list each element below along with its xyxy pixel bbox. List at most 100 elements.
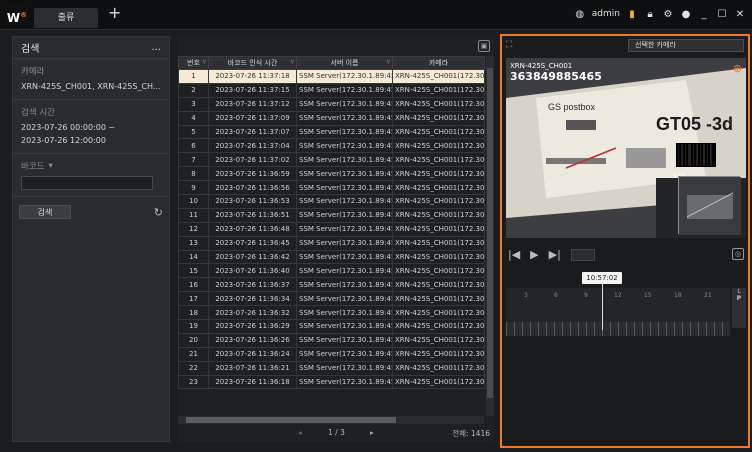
export-icon[interactable]: ▣ (478, 40, 490, 52)
camera-select[interactable]: 선택한 카메라 (628, 38, 744, 52)
barcode-input[interactable] (21, 176, 153, 190)
pip-preview[interactable] (678, 176, 741, 235)
next-page-icon[interactable]: ▸ (370, 428, 374, 437)
cell-camera: XRN-425S_CH001(172.30. (392, 319, 485, 334)
cell-server: SSM Server(172.30.1.89:4510) (296, 207, 393, 223)
column-server[interactable]: 서버 이름 Y (296, 56, 393, 70)
chart-icon[interactable]: ▮ (626, 8, 638, 20)
table-row[interactable]: 2 2023-07-26 11:37:15 SSM Server(172.30.1.… (178, 82, 485, 98)
cell-camera: XRN-425S_CH001(172.30. (392, 305, 485, 321)
column-camera[interactable]: 카메라 (392, 56, 485, 70)
cell-no: 2 (178, 82, 209, 98)
refresh-icon[interactable]: ↻ (154, 206, 163, 219)
table-row[interactable]: 4 2023-07-26 11:37:09 SSM Server(172.30.1.… (178, 110, 485, 126)
filter-icon[interactable]: Y (290, 59, 294, 66)
user-icon[interactable]: ◍ (574, 8, 586, 20)
cell-no: 11 (178, 207, 209, 223)
search-button[interactable]: 검색 (19, 205, 71, 219)
zoom-icon[interactable]: ⊕ (733, 62, 742, 75)
fullscreen-icon[interactable]: ⛶ (506, 40, 512, 50)
table-row[interactable]: 14 2023-07-26 11:36:42 SSM Server(172.30.1… (178, 249, 485, 265)
timeline[interactable]: 10:57:02 3 6 9 12 15 18 21 LP (506, 272, 746, 336)
lp-toggle[interactable]: LP (732, 288, 746, 328)
vertical-scrollbar[interactable] (486, 56, 494, 416)
table-row[interactable]: 20 2023-07-26 11:36:26 SSM Server(172.30.1… (178, 332, 485, 348)
timeline-cursor[interactable] (602, 284, 603, 330)
video-frame[interactable]: GS postbox GT05 -3d XRN-425S_CH001 36384… (506, 58, 746, 238)
table-row[interactable]: 6 2023-07-26 11:37:04 SSM Server(172.30.1.… (178, 138, 485, 154)
table-row[interactable]: 17 2023-07-26 11:36:34 SSM Server(172.30.1… (178, 291, 485, 307)
cell-no: 7 (178, 152, 209, 168)
time-label: 검색 시간 (21, 108, 55, 118)
time-start[interactable]: 2023-07-26 00:00:00 ~ (21, 121, 161, 134)
table-row[interactable]: 16 2023-07-26 11:36:37 SSM Server(172.30.1… (178, 277, 485, 293)
skip-back-icon[interactable]: |◀ (508, 248, 520, 261)
skip-forward-icon[interactable]: ▶| (549, 248, 561, 261)
filter-icon[interactable]: Y (386, 59, 390, 66)
cell-camera: XRN-425S_CH001(172.30. (392, 69, 485, 84)
logo-icon: W® (6, 5, 28, 25)
cell-camera: XRN-425S_CH001(172.30. (392, 346, 485, 362)
maximize-icon[interactable]: ☐ (716, 8, 728, 20)
table-row[interactable]: 18 2023-07-26 11:36:32 SSM Server(172.30.1… (178, 305, 485, 321)
table-row[interactable]: 7 2023-07-26 11:37:02 SSM Server(172.30.1.… (178, 152, 485, 168)
table-row[interactable]: 22 2023-07-26 11:36:21 SSM Server(172.30.1… (178, 360, 485, 376)
cell-server: SSM Server(172.30.1.89:4510) (296, 249, 393, 265)
cell-camera: XRN-425S_CH001(172.30. (392, 277, 485, 293)
table-row[interactable]: 21 2023-07-26 11:36:24 SSM Server(172.30.1… (178, 346, 485, 362)
snapshot-icon[interactable]: ◎ (732, 248, 744, 260)
barcode-toggle[interactable]: 바코드 ▾ (21, 160, 161, 172)
cell-time: 2023-07-26 11:36:21 (208, 360, 297, 376)
camera-value[interactable]: XRN-425S_CH001, XRN-425S_CH... (21, 80, 161, 93)
timeline-track[interactable] (506, 322, 730, 336)
frame-input[interactable] (570, 248, 595, 261)
cell-camera: XRN-425S_CH001(172.30. (392, 207, 485, 223)
table-row[interactable]: 11 2023-07-26 11:36:51 SSM Server(172.30.1… (178, 207, 485, 223)
cell-time: 2023-07-26 11:36:51 (208, 207, 297, 223)
barcode-label: 바코드 (21, 162, 45, 172)
column-no[interactable]: 번호 Y (178, 56, 209, 70)
table-row[interactable]: 3 2023-07-26 11:37:12 SSM Server(172.30.1.… (178, 96, 485, 112)
play-icon[interactable]: ▶ (530, 248, 538, 261)
table-row[interactable]: 15 2023-07-26 11:36:40 SSM Server(172.30.1… (178, 263, 485, 279)
cell-server: SSM Server(172.30.1.89:4510) (296, 291, 393, 307)
cell-no: 14 (178, 249, 209, 265)
cell-camera: XRN-425S_CH001(172.30. (392, 263, 485, 279)
table-row[interactable]: 1 2023-07-26 11:37:18 SSM Server(172.30.1.… (178, 69, 485, 84)
cell-time: 2023-07-26 11:36:37 (208, 277, 297, 293)
table-row[interactable]: 13 2023-07-26 11:36:45 SSM Server(172.30.1… (178, 235, 485, 251)
table-header: 번호 Y 바코드 인식 시간 Y 서버 이름 Y 카메라 (178, 56, 485, 70)
column-time[interactable]: 바코드 인식 시간 Y (208, 56, 297, 70)
pagination: ◂ 1 / 3 ▸ 전체: 1416 (178, 426, 494, 440)
close-icon[interactable]: ✕ (734, 8, 746, 20)
table-row[interactable]: 9 2023-07-26 11:36:56 SSM Server(172.30.1.… (178, 180, 485, 196)
prev-page-icon[interactable]: ◂ (298, 428, 302, 437)
minimize-icon[interactable]: _ (698, 8, 710, 20)
cell-no: 3 (178, 96, 209, 112)
search-panel: 검색 ... 카메라 XRN-425S_CH001, XRN-425S_CH..… (12, 36, 170, 442)
horizontal-scrollbar[interactable] (178, 416, 484, 424)
table-row[interactable]: 23 2023-07-26 11:36:18 SSM Server(172.30.1… (178, 374, 485, 390)
cell-server: SSM Server(172.30.1.89:4510) (296, 82, 393, 98)
cell-no: 19 (178, 319, 209, 334)
cell-time: 2023-07-26 11:37:12 (208, 96, 297, 112)
more-icon[interactable]: ... (151, 42, 161, 53)
cell-server: SSM Server(172.30.1.89:4510) (296, 346, 393, 362)
table-row[interactable]: 12 2023-07-26 11:36:48 SSM Server(172.30.1… (178, 221, 485, 237)
cell-time: 2023-07-26 11:36:56 (208, 180, 297, 196)
time-end[interactable]: 2023-07-26 12:00:00 (21, 134, 161, 147)
chevron-down-icon: ▾ (48, 161, 53, 171)
tab-main[interactable]: 출류 (34, 8, 98, 28)
table-row[interactable]: 10 2023-07-26 11:36:53 SSM Server(172.30.1… (178, 194, 485, 209)
lock-icon[interactable]: 🔒︎ (644, 8, 656, 20)
gear-icon[interactable]: ⚙ (662, 8, 674, 20)
table-row[interactable]: 19 2023-07-26 11:36:29 SSM Server(172.30.1… (178, 319, 485, 334)
cell-camera: XRN-425S_CH001(172.30. (392, 235, 485, 251)
cell-no: 15 (178, 263, 209, 279)
table-row[interactable]: 5 2023-07-26 11:37:07 SSM Server(172.30.1.… (178, 124, 485, 140)
info-icon[interactable]: ● (680, 8, 692, 20)
filter-icon[interactable]: Y (202, 59, 206, 66)
title-bar: W® 출류 + ◍ admin ▮ 🔒︎ ⚙ ● _ ☐ ✕ (0, 0, 752, 30)
plus-icon[interactable]: + (108, 5, 122, 21)
table-row[interactable]: 8 2023-07-26 11:36:59 SSM Server(172.30.1.… (178, 166, 485, 182)
